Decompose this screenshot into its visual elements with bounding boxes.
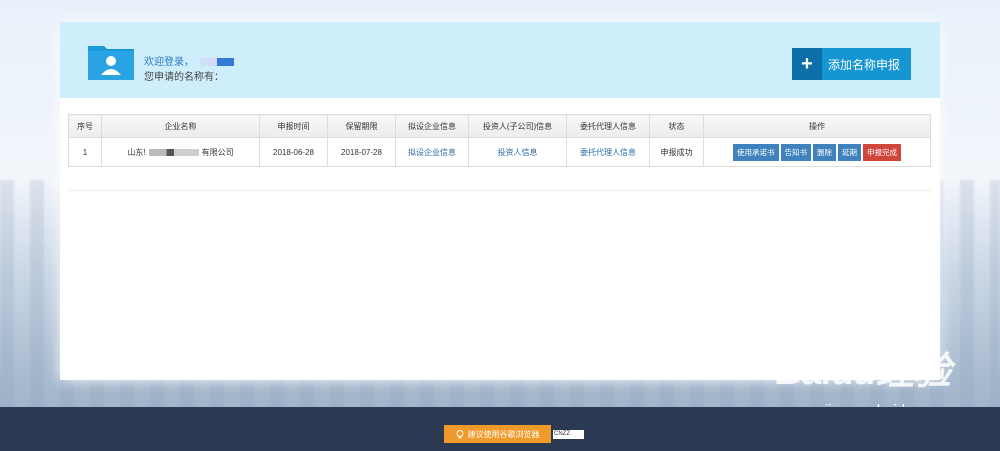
notice-button[interactable]: 告知书: [780, 143, 811, 161]
delete-button[interactable]: 删除: [813, 143, 836, 161]
masked-username: [200, 58, 234, 67]
row-company-name: 山东! 有限公司: [101, 137, 260, 167]
col-apply-date: 申报时间: [259, 114, 328, 138]
col-actions: 操作: [703, 114, 931, 138]
table-header-row: 序号 企业名称 申报时间 保留期限 拟设企业信息 投资人(子公司)信息 委托代理…: [68, 114, 931, 138]
redacted-company-name: [148, 148, 199, 156]
col-enterprise-info: 拟设企业信息: [395, 114, 469, 138]
welcome-banner: 欢迎登录， 您申请的名称有： + 添加名称申报: [60, 22, 940, 98]
add-name-application-button[interactable]: + 添加名称申报: [792, 48, 911, 80]
lightbulb-icon: [456, 429, 463, 438]
col-index: 序号: [68, 114, 102, 138]
enterprise-info-link[interactable]: 拟设企业信息: [408, 148, 456, 157]
row-enterprise-cell: 拟设企业信息: [395, 137, 469, 167]
col-agent-info: 委托代理人信息: [566, 114, 650, 138]
row-actions: 使用承诺书 告知书 删除 延期 申报完成: [703, 137, 931, 167]
commitment-letter-button[interactable]: 使用承诺书: [733, 143, 779, 161]
col-status: 状态: [649, 114, 704, 138]
row-index: 1: [68, 137, 102, 167]
plus-icon: +: [792, 48, 822, 80]
col-investor-info: 投资人(子公司)信息: [468, 114, 567, 138]
col-company-name: 企业名称: [101, 114, 260, 138]
col-reserve-until: 保留期限: [327, 114, 396, 138]
row-status: 申报成功: [649, 137, 704, 167]
table-divider: [68, 190, 931, 191]
welcome-text: 欢迎登录，: [144, 53, 234, 68]
footer-bar: 建议使用谷歌浏览器 CNZZ: [0, 407, 1000, 451]
add-button-label: 添加名称申报: [828, 57, 901, 72]
main-panel: 欢迎登录， 您申请的名称有： + 添加名称申报 序号 企业名称 申报时间 保留期…: [60, 22, 940, 380]
company-suffix: 有限公司: [201, 147, 234, 157]
row-apply-date: 2018-06-28: [259, 137, 328, 167]
names-subtitle: 您申请的名称有：: [144, 72, 224, 83]
user-folder-icon: [88, 46, 134, 80]
extend-button[interactable]: 延期: [838, 143, 861, 161]
table-row: 1 山东! 有限公司 2018-06-28 2018-07-28 拟设企业信息 投…: [68, 137, 931, 167]
row-investor-cell: 投资人信息: [468, 137, 567, 167]
baidu-watermark: Baidu经验: [775, 351, 951, 393]
investor-info-link[interactable]: 投资人信息: [498, 148, 538, 157]
browser-tip-label: 建议使用谷歌浏览器: [467, 429, 540, 439]
welcome-label: 欢迎登录，: [144, 57, 194, 68]
company-prefix: 山东!: [127, 147, 146, 157]
complete-application-button[interactable]: 申报完成: [863, 143, 901, 161]
cnzz-badge[interactable]: CNZZ: [553, 430, 584, 439]
applications-table: 序号 企业名称 申报时间 保留期限 拟设企业信息 投资人(子公司)信息 委托代理…: [68, 114, 931, 167]
browser-tip-button[interactable]: 建议使用谷歌浏览器: [444, 425, 551, 443]
row-reserve-until: 2018-07-28: [327, 137, 396, 167]
row-agent-cell: 委托代理人信息: [566, 137, 650, 167]
agent-info-link[interactable]: 委托代理人信息: [580, 148, 636, 157]
